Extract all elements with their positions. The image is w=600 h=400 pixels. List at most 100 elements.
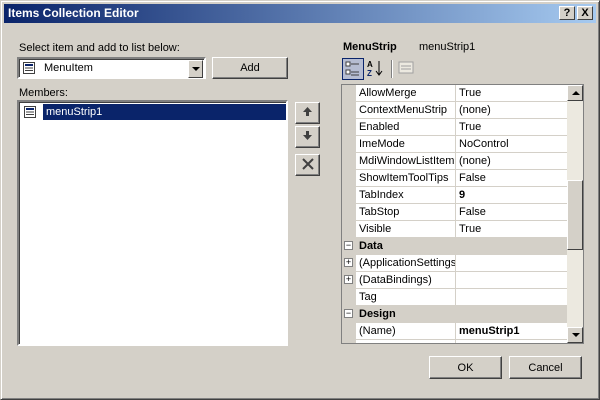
item-type-combo[interactable]: MenuItem: [17, 57, 206, 79]
property-name: MdiWindowListItem: [359, 155, 455, 167]
select-item-label: Select item and add to list below:: [19, 42, 180, 54]
expand-icon[interactable]: +: [344, 258, 353, 267]
property-value[interactable]: (none): [459, 104, 491, 116]
property-row[interactable]: Enabled True: [342, 119, 583, 136]
scroll-up-button[interactable]: [567, 85, 583, 101]
property-margin: [342, 221, 356, 238]
expand-icon[interactable]: +: [344, 275, 353, 284]
property-pages-icon: [398, 61, 414, 74]
property-name: AllowMerge: [359, 87, 417, 99]
property-value[interactable]: True: [459, 87, 481, 99]
property-row[interactable]: + (DataBindings): [342, 272, 583, 289]
members-label: Members:: [19, 87, 68, 99]
property-name: (Name): [359, 325, 396, 337]
property-category[interactable]: − Design: [342, 306, 583, 323]
property-divider: [455, 85, 456, 102]
property-row[interactable]: TabStop False: [342, 204, 583, 221]
property-value[interactable]: True: [459, 342, 481, 343]
members-list[interactable]: menuStrip1: [17, 100, 288, 346]
categorized-icon: [345, 61, 359, 76]
scroll-thumb[interactable]: [567, 180, 583, 250]
title-bar[interactable]: Items Collection Editor ? X: [4, 4, 596, 23]
chevron-down-icon[interactable]: [188, 60, 203, 78]
collapse-icon[interactable]: −: [344, 309, 353, 318]
ok-button[interactable]: OK: [429, 356, 502, 379]
property-pages-button[interactable]: [396, 58, 418, 80]
property-value[interactable]: NoControl: [459, 138, 509, 150]
item-type-value: MenuItem: [44, 62, 93, 74]
category-name: Design: [359, 308, 396, 320]
property-divider: [455, 153, 456, 170]
property-name: TabStop: [359, 206, 400, 218]
property-value[interactable]: menuStrip1: [459, 325, 520, 337]
property-row[interactable]: ContextMenuStrip (none): [342, 102, 583, 119]
property-category[interactable]: − Data: [342, 238, 583, 255]
property-divider: [455, 136, 456, 153]
property-row[interactable]: TabIndex 9: [342, 187, 583, 204]
property-margin: [342, 85, 356, 102]
window-title: Items Collection Editor: [8, 6, 139, 20]
property-divider: [455, 170, 456, 187]
property-value[interactable]: False: [459, 172, 486, 184]
property-margin: [342, 340, 356, 343]
arrow-up-icon: [303, 107, 312, 116]
property-margin: [342, 204, 356, 221]
property-margin: [342, 102, 356, 119]
property-row[interactable]: ShowItemToolTips False: [342, 170, 583, 187]
property-divider: [455, 340, 456, 343]
help-button[interactable]: ?: [559, 6, 575, 20]
property-row[interactable]: Visible True: [342, 221, 583, 238]
alphabetical-button[interactable]: A Z: [365, 58, 387, 80]
property-value[interactable]: True: [459, 223, 481, 235]
property-divider: [455, 221, 456, 238]
component-type: MenuStrip: [343, 41, 397, 53]
property-name: ImeMode: [359, 138, 405, 150]
property-row[interactable]: MdiWindowListItem (none): [342, 153, 583, 170]
close-button[interactable]: X: [577, 6, 593, 20]
property-value[interactable]: 9: [459, 189, 465, 201]
property-row[interactable]: ImeMode NoControl: [342, 136, 583, 153]
category-name: Data: [359, 240, 383, 252]
property-divider: [455, 255, 456, 272]
property-name: TabIndex: [359, 189, 404, 201]
arrow-down-icon: [303, 131, 312, 140]
property-value[interactable]: (none): [459, 155, 491, 167]
menu-strip-icon: [24, 106, 36, 118]
delete-x-icon: [301, 157, 314, 170]
property-toolbar: A Z: [341, 57, 585, 81]
collapse-icon[interactable]: −: [344, 241, 353, 250]
property-scrollbar[interactable]: [567, 85, 583, 343]
property-name: (DataBindings): [359, 274, 432, 286]
property-name: ShowItemToolTips: [359, 172, 449, 184]
scroll-down-button[interactable]: [567, 327, 583, 343]
list-item[interactable]: menuStrip1: [21, 104, 286, 120]
cancel-button[interactable]: Cancel: [509, 356, 582, 379]
svg-text:A: A: [367, 60, 373, 69]
property-row[interactable]: AllowMerge True: [342, 85, 583, 102]
property-margin: [342, 323, 356, 340]
property-value[interactable]: True: [459, 121, 481, 133]
property-row[interactable]: Tag: [342, 289, 583, 306]
property-name: GenerateMember: [359, 342, 455, 343]
property-margin: [342, 119, 356, 136]
property-margin: [342, 187, 356, 204]
remove-button[interactable]: [295, 154, 320, 176]
property-name: Tag: [359, 291, 377, 303]
items-collection-editor-dialog: Items Collection Editor ? X Select item …: [0, 0, 600, 400]
add-button[interactable]: Add: [212, 57, 288, 79]
property-row[interactable]: GenerateMember True: [342, 340, 583, 343]
move-up-button[interactable]: [295, 102, 320, 124]
component-name: menuStrip1: [419, 41, 476, 53]
property-divider: [455, 289, 456, 306]
property-margin: [342, 289, 356, 306]
categorized-button[interactable]: [342, 58, 364, 80]
member-name: menuStrip1: [46, 106, 103, 118]
property-margin: [342, 170, 356, 187]
move-down-button[interactable]: [295, 126, 320, 148]
property-value[interactable]: False: [459, 206, 486, 218]
property-row[interactable]: + (ApplicationSettings: [342, 255, 583, 272]
property-grid[interactable]: AllowMerge True ContextMenuStrip (none) Enab…: [341, 84, 584, 344]
sort-alphabetical-icon: A Z: [367, 60, 383, 78]
property-divider: [455, 187, 456, 204]
property-row[interactable]: (Name) menuStrip1: [342, 323, 583, 340]
